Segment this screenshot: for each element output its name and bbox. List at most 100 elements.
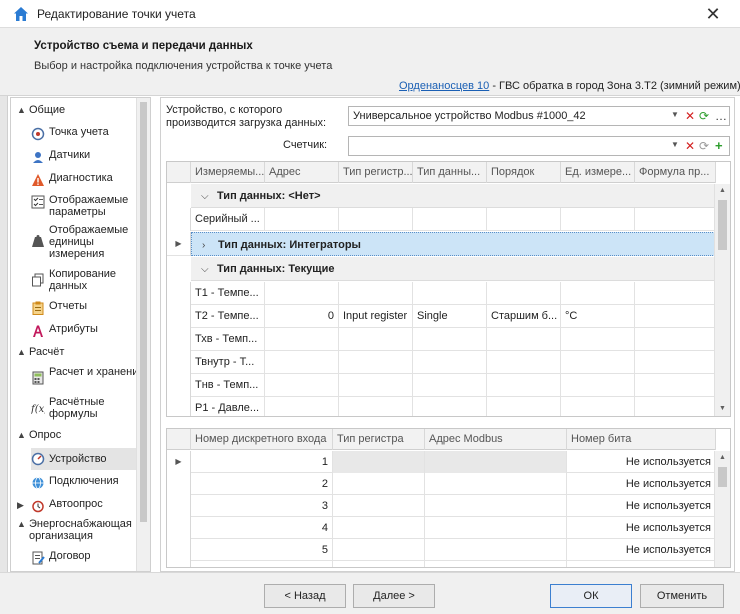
sidebar-group-calculation[interactable]: ▲ Расчёт xyxy=(17,346,64,358)
table-cell[interactable] xyxy=(635,374,716,397)
collapse-chevron-icon[interactable]: ⌵ xyxy=(201,258,217,282)
sidebar-item-contract[interactable]: Договор xyxy=(31,550,149,566)
table-cell[interactable] xyxy=(413,282,487,305)
table-cell[interactable] xyxy=(487,374,561,397)
group-row-current[interactable]: ⌵ Тип данных: Текущие xyxy=(191,257,716,281)
table-cell[interactable] xyxy=(635,305,716,328)
table-cell[interactable]: 4 xyxy=(191,517,333,539)
table-cell[interactable] xyxy=(413,397,487,416)
table-cell[interactable] xyxy=(333,451,425,473)
dropdown-arrow-icon[interactable]: ▼ xyxy=(671,140,679,149)
scroll-thumb[interactable] xyxy=(718,467,727,487)
sidebar-item-copy-data[interactable]: Копирование данных xyxy=(31,268,149,294)
address-link[interactable]: Орденаносцев 10 xyxy=(399,80,489,92)
row-selector[interactable] xyxy=(167,351,191,374)
table-cell[interactable] xyxy=(265,374,339,397)
group-row-integrators[interactable]: › Тип данных: Интеграторы xyxy=(191,232,715,256)
collapse-chevron-icon[interactable]: ▲ xyxy=(17,430,29,440)
table-cell[interactable]: Старшим б... xyxy=(487,305,561,328)
table-cell[interactable]: Single xyxy=(413,305,487,328)
scroll-down-icon[interactable]: ▼ xyxy=(715,402,730,416)
device-combo[interactable]: Универсальное устройство Modbus #1000_42… xyxy=(348,106,730,126)
column-header[interactable]: Измеряемы... xyxy=(191,162,265,183)
collapse-chevron-icon[interactable]: ▲ xyxy=(17,518,29,530)
sidebar-group-general[interactable]: ▲ Общие xyxy=(17,104,65,116)
close-icon[interactable]: ✕ xyxy=(700,1,726,27)
table-cell[interactable] xyxy=(333,539,425,561)
table-cell[interactable] xyxy=(561,374,635,397)
cancel-button[interactable]: Отменить xyxy=(640,584,724,608)
table-row[interactable]: Серийный ... xyxy=(167,208,716,231)
table-row[interactable]: Тхв - Темп... xyxy=(167,328,716,351)
table-cell[interactable] xyxy=(487,208,561,231)
table-cell[interactable]: Серийный ... xyxy=(191,208,265,231)
table-cell[interactable]: Не используется xyxy=(567,495,716,517)
table-cell[interactable] xyxy=(561,328,635,351)
table-cell[interactable] xyxy=(413,208,487,231)
table-cell[interactable] xyxy=(487,351,561,374)
table-cell[interactable]: Тхв - Темп... xyxy=(191,328,265,351)
table-cell[interactable] xyxy=(339,397,413,416)
row-selector[interactable] xyxy=(167,208,191,231)
sidebar-item-calc-formulas[interactable]: f(x) Расчётные формулы xyxy=(31,396,149,422)
current-row-indicator-icon[interactable]: ▶ xyxy=(167,232,191,256)
table-cell[interactable]: Input register xyxy=(339,305,413,328)
expand-chevron-icon[interactable]: ▶ xyxy=(17,500,24,511)
table-cell[interactable] xyxy=(413,328,487,351)
table-cell[interactable] xyxy=(635,351,716,374)
table-cell[interactable] xyxy=(339,328,413,351)
table-cell[interactable]: Не используется xyxy=(567,517,716,539)
table-cell[interactable] xyxy=(425,539,567,561)
back-button[interactable]: < Назад xyxy=(264,584,346,608)
table-cell[interactable] xyxy=(333,517,425,539)
table-cell[interactable]: 0 xyxy=(265,305,339,328)
sidebar-item-reports[interactable]: Отчеты xyxy=(31,300,149,316)
table-cell[interactable] xyxy=(561,397,635,416)
table-cell[interactable] xyxy=(487,328,561,351)
table-cell[interactable] xyxy=(333,473,425,495)
column-header[interactable]: Адрес xyxy=(265,162,339,183)
scroll-up-icon[interactable]: ▲ xyxy=(715,184,730,198)
sidebar-group-polling[interactable]: ▲ Опрос xyxy=(17,429,61,441)
column-header[interactable]: Формула пр... xyxy=(635,162,716,183)
column-header[interactable]: Тип регистра xyxy=(333,429,425,450)
refresh-icon[interactable]: ⟳ xyxy=(699,109,709,123)
table-row[interactable]: 2 Не используется xyxy=(167,473,716,495)
add-icon[interactable]: + xyxy=(715,139,723,153)
clear-icon[interactable]: ✕ xyxy=(685,139,695,153)
row-selector[interactable] xyxy=(167,495,191,517)
row-selector[interactable] xyxy=(167,374,191,397)
dropdown-arrow-icon[interactable]: ▼ xyxy=(671,110,679,119)
refresh-icon[interactable]: ⟳ xyxy=(699,139,709,153)
table-row[interactable]: ▶ 1 Не используется xyxy=(167,451,716,473)
table-cell[interactable] xyxy=(339,351,413,374)
column-header[interactable]: Порядок xyxy=(487,162,561,183)
table-cell[interactable] xyxy=(561,282,635,305)
column-header[interactable]: Ед. измере... xyxy=(561,162,635,183)
table-cell[interactable] xyxy=(635,208,716,231)
table-cell[interactable] xyxy=(487,397,561,416)
group-row-none[interactable]: ⌵ Тип данных: <Нет> xyxy=(191,184,716,208)
table-cell[interactable]: 6 xyxy=(191,561,333,567)
table-row[interactable]: Твнутр - Т... xyxy=(167,351,716,374)
table-cell[interactable] xyxy=(425,517,567,539)
table-cell[interactable]: Не используется xyxy=(567,451,716,473)
sidebar-item-sensors[interactable]: Датчики xyxy=(31,149,149,165)
discrete-grid-scrollbar[interactable]: ▲ xyxy=(714,451,730,567)
column-header[interactable]: Адрес Modbus xyxy=(425,429,567,450)
table-cell[interactable]: Тнв - Темп... xyxy=(191,374,265,397)
table-cell[interactable] xyxy=(413,351,487,374)
sidebar-scroll-thumb[interactable] xyxy=(140,102,147,522)
table-row[interactable]: Т1 - Темпе... xyxy=(167,282,716,305)
row-selector[interactable] xyxy=(167,473,191,495)
sidebar-item-autopoll[interactable]: Автоопрос xyxy=(31,498,149,514)
row-selector[interactable] xyxy=(167,328,191,351)
table-cell[interactable] xyxy=(635,328,716,351)
table-row[interactable]: 5 Не используется xyxy=(167,539,716,561)
table-cell[interactable] xyxy=(339,208,413,231)
collapse-chevron-icon[interactable]: ▲ xyxy=(17,347,29,357)
column-header[interactable]: Тип данны... xyxy=(413,162,487,183)
table-cell[interactable] xyxy=(425,473,567,495)
table-cell[interactable] xyxy=(265,397,339,416)
sidebar-item-connections[interactable]: Подключения xyxy=(31,475,149,491)
